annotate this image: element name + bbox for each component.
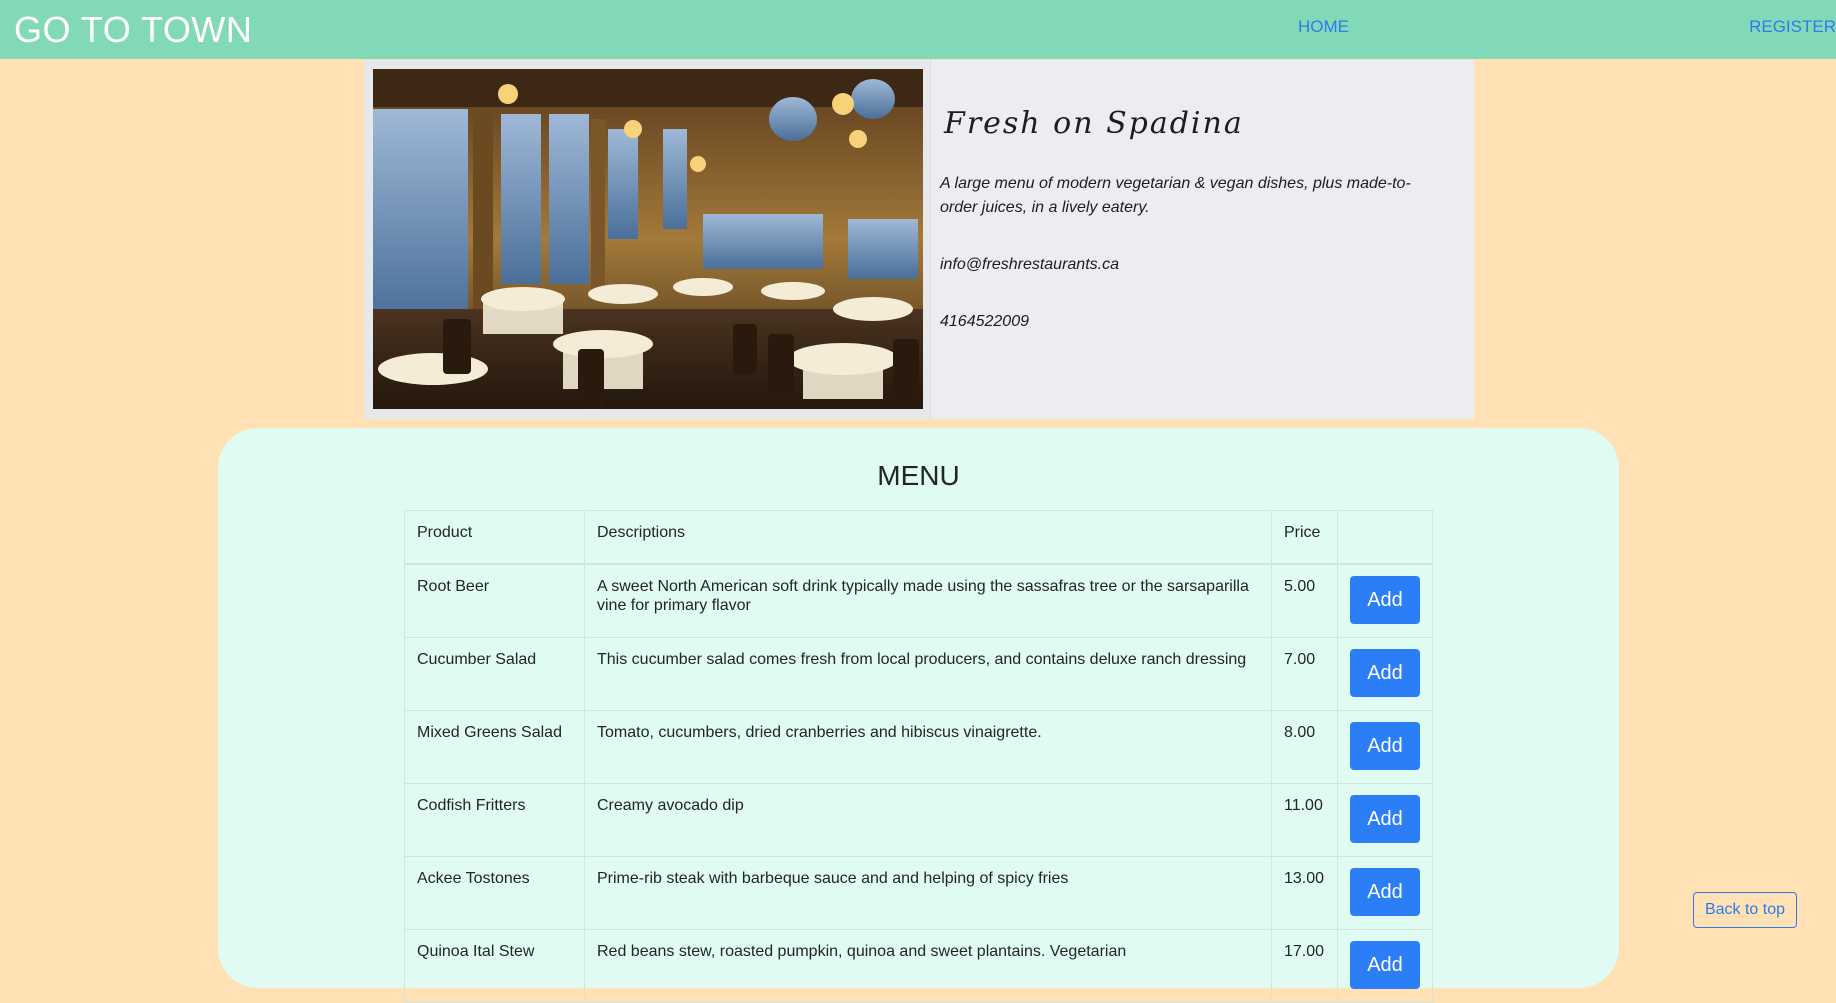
product-description: This cucumber salad comes fresh from loc… — [584, 637, 1272, 711]
table-row: Codfish Fritters Creamy avocado dip 11.0… — [404, 783, 1433, 857]
back-to-top-button[interactable]: Back to top — [1693, 892, 1797, 928]
table-row: Root Beer A sweet North American soft dr… — [404, 563, 1433, 638]
restaurant-email: info@freshrestaurants.ca — [940, 256, 1119, 273]
menu-panel: MENU Product Descriptions Price Root Bee… — [218, 428, 1619, 1003]
add-button[interactable]: Add — [1350, 576, 1420, 624]
product-name: Root Beer — [404, 563, 585, 638]
add-cell: Add — [1337, 563, 1433, 638]
table-row: Mixed Greens Salad Tomato, cucumbers, dr… — [404, 710, 1433, 784]
add-button[interactable]: Add — [1350, 649, 1420, 697]
header-product: Product — [404, 510, 585, 565]
product-name: Ackee Tostones — [404, 856, 585, 930]
product-description: Creamy avocado dip — [584, 783, 1272, 857]
product-price: 8.00 — [1271, 710, 1338, 784]
product-description: A sweet North American soft drink typica… — [584, 563, 1272, 638]
nav-home-link[interactable]: HOME — [1298, 17, 1349, 37]
product-name: Cucumber Salad — [404, 637, 585, 711]
product-description: Prime-rib steak with barbeque sauce and … — [584, 856, 1272, 930]
table-row: Cucumber Salad This cucumber salad comes… — [404, 637, 1433, 711]
restaurant-phone: 4164522009 — [940, 313, 1029, 330]
add-cell: Add — [1337, 856, 1433, 930]
add-button[interactable]: Add — [1350, 795, 1420, 843]
add-button[interactable]: Add — [1350, 722, 1420, 770]
header-price: Price — [1271, 510, 1338, 565]
menu-table-header-row: Product Descriptions Price — [404, 510, 1433, 565]
add-cell: Add — [1337, 929, 1433, 1003]
menu-table: Product Descriptions Price Root Beer A s… — [404, 510, 1433, 1003]
header-action — [1337, 510, 1433, 565]
product-price: 5.00 — [1271, 563, 1338, 638]
product-description: Tomato, cucumbers, dried cranberries and… — [584, 710, 1272, 784]
restaurant-name: Fresh on Spadina — [944, 106, 1244, 141]
product-price: 11.00 — [1271, 783, 1338, 857]
brand-logo[interactable]: GO TO TOWN — [14, 9, 252, 51]
product-description: Red beans stew, roasted pumpkin, quinoa … — [584, 929, 1272, 1003]
table-row: Quinoa Ital Stew Red beans stew, roasted… — [404, 929, 1433, 1003]
nav-register-link[interactable]: REGISTER — [1749, 17, 1836, 37]
add-cell: Add — [1337, 783, 1433, 857]
product-price: 13.00 — [1271, 856, 1338, 930]
restaurant-description: A large menu of modern vegetarian & vega… — [940, 175, 1411, 216]
table-row: Ackee Tostones Prime-rib steak with barb… — [404, 856, 1433, 930]
product-name: Codfish Fritters — [404, 783, 585, 857]
product-name: Quinoa Ital Stew — [404, 929, 585, 1003]
restaurant-card: Fresh on Spadina A large menu of modern … — [364, 60, 1474, 419]
header-descriptions: Descriptions — [584, 510, 1272, 565]
product-price: 17.00 — [1271, 929, 1338, 1003]
add-cell: Add — [1337, 637, 1433, 711]
restaurant-photo-frame — [364, 60, 931, 419]
product-name: Mixed Greens Salad — [404, 710, 585, 784]
product-price: 7.00 — [1271, 637, 1338, 711]
navbar: GO TO TOWN HOME REGISTER — [0, 0, 1836, 59]
add-button[interactable]: Add — [1350, 941, 1420, 989]
menu-title: MENU — [877, 460, 960, 491]
add-cell: Add — [1337, 710, 1433, 784]
restaurant-photo — [373, 69, 923, 409]
add-button[interactable]: Add — [1350, 868, 1420, 916]
